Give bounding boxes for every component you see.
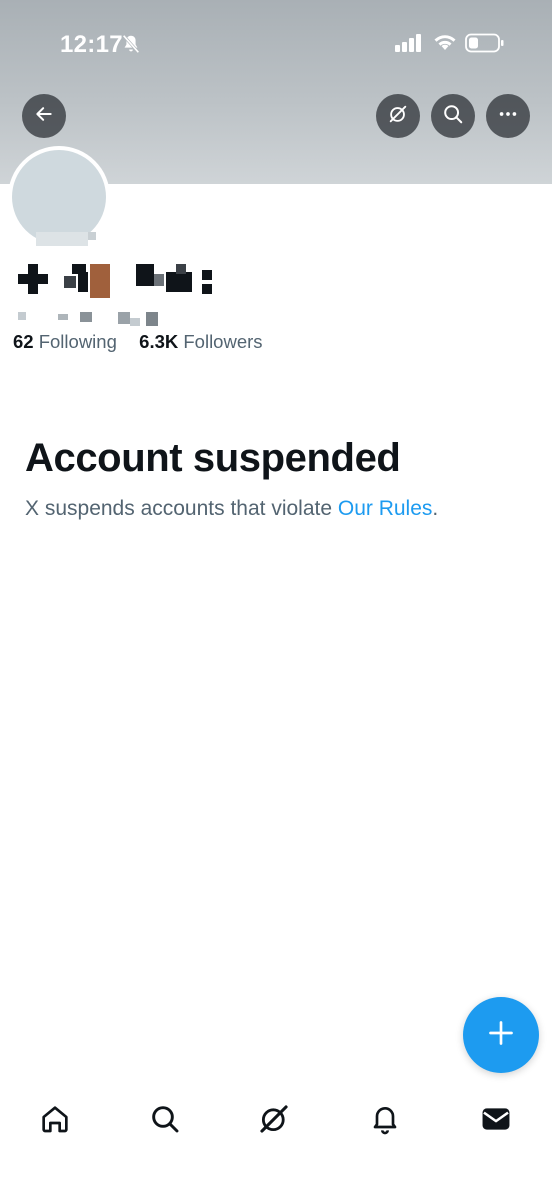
grok-icon bbox=[387, 103, 409, 130]
battery-low-icon bbox=[465, 33, 505, 58]
bell-icon bbox=[369, 1103, 401, 1140]
more-button[interactable] bbox=[486, 94, 530, 138]
search-icon bbox=[442, 103, 464, 130]
follow-stats: 62 Following 6.3K Followers bbox=[13, 331, 263, 353]
home-icon bbox=[39, 1103, 71, 1140]
suspended-message-text: X suspends accounts that violate bbox=[25, 497, 338, 520]
following-count: 62 bbox=[13, 331, 34, 352]
avatar-image bbox=[12, 150, 106, 244]
bottom-nav bbox=[0, 1085, 552, 1200]
nav-notifications[interactable] bbox=[365, 1101, 405, 1141]
our-rules-link[interactable]: Our Rules bbox=[338, 497, 433, 520]
handle-redacted bbox=[16, 310, 176, 330]
arrow-left-icon bbox=[34, 104, 54, 129]
following-label: Following bbox=[38, 331, 117, 352]
search-icon bbox=[149, 1103, 181, 1140]
search-button[interactable] bbox=[431, 94, 475, 138]
followers-count: 6.3K bbox=[139, 331, 179, 352]
suspended-title: Account suspended bbox=[25, 436, 401, 480]
followers-label: Followers bbox=[183, 331, 263, 352]
display-name-redacted bbox=[16, 262, 216, 302]
avatar-redaction bbox=[88, 232, 96, 240]
plus-icon bbox=[487, 1019, 515, 1052]
bell-slash-icon bbox=[120, 33, 142, 60]
suspended-message-end: . bbox=[432, 497, 439, 520]
status-bar: 12:17 bbox=[0, 0, 552, 90]
grok-button[interactable] bbox=[376, 94, 420, 138]
compose-button[interactable] bbox=[463, 997, 539, 1073]
more-horizontal-icon bbox=[497, 103, 519, 130]
suspended-message: X suspends accounts that violate Our Rul… bbox=[25, 497, 438, 521]
following-link[interactable]: 62 Following bbox=[13, 331, 122, 352]
nav-grok[interactable] bbox=[254, 1101, 294, 1141]
envelope-icon bbox=[479, 1102, 513, 1141]
status-time: 12:17 bbox=[60, 31, 123, 58]
avatar-redaction bbox=[36, 232, 88, 246]
grok-icon bbox=[257, 1102, 291, 1141]
nav-messages[interactable] bbox=[476, 1101, 516, 1141]
nav-home[interactable] bbox=[35, 1101, 75, 1141]
nav-search[interactable] bbox=[145, 1101, 185, 1141]
cellular-signal-icon bbox=[395, 34, 423, 57]
wifi-icon bbox=[432, 32, 458, 57]
followers-link[interactable]: 6.3K Followers bbox=[139, 331, 262, 352]
back-button[interactable] bbox=[22, 94, 66, 138]
